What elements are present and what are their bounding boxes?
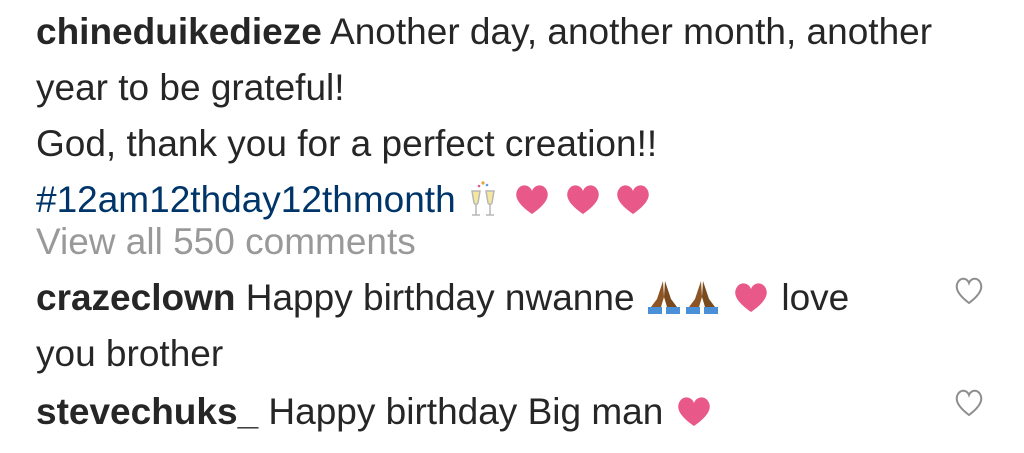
view-all-comments-link[interactable]: View all 550 comments	[36, 214, 416, 270]
comment-text: Happy birthday Big man	[258, 391, 674, 432]
caption-text-line2: God, thank you for a perfect creation!!	[36, 123, 658, 164]
champagne-glasses-icon	[466, 179, 502, 219]
pink-heart-icon	[613, 181, 653, 217]
folded-hands-icon	[683, 277, 721, 317]
pink-heart-icon	[674, 393, 714, 429]
post-author-username[interactable]: chineduikedieze	[36, 11, 322, 52]
comment-username[interactable]: crazeclown	[36, 277, 235, 318]
comment-item: stevechuks_ Happy birthday Big man	[36, 384, 916, 440]
pink-heart-icon	[563, 181, 603, 217]
folded-hands-icon	[645, 277, 683, 317]
comment-username[interactable]: stevechuks_	[36, 391, 258, 432]
pink-heart-icon	[512, 181, 552, 217]
post-caption: chineduikedieze Another day, another mon…	[36, 4, 986, 228]
pink-heart-icon	[731, 279, 771, 315]
like-comment-heart-icon[interactable]	[953, 388, 985, 418]
comment-item: crazeclown Happy birthday nwanne love yo…	[36, 270, 916, 382]
comment-text: Happy birthday nwanne	[235, 277, 645, 318]
like-comment-heart-icon[interactable]	[953, 276, 985, 306]
